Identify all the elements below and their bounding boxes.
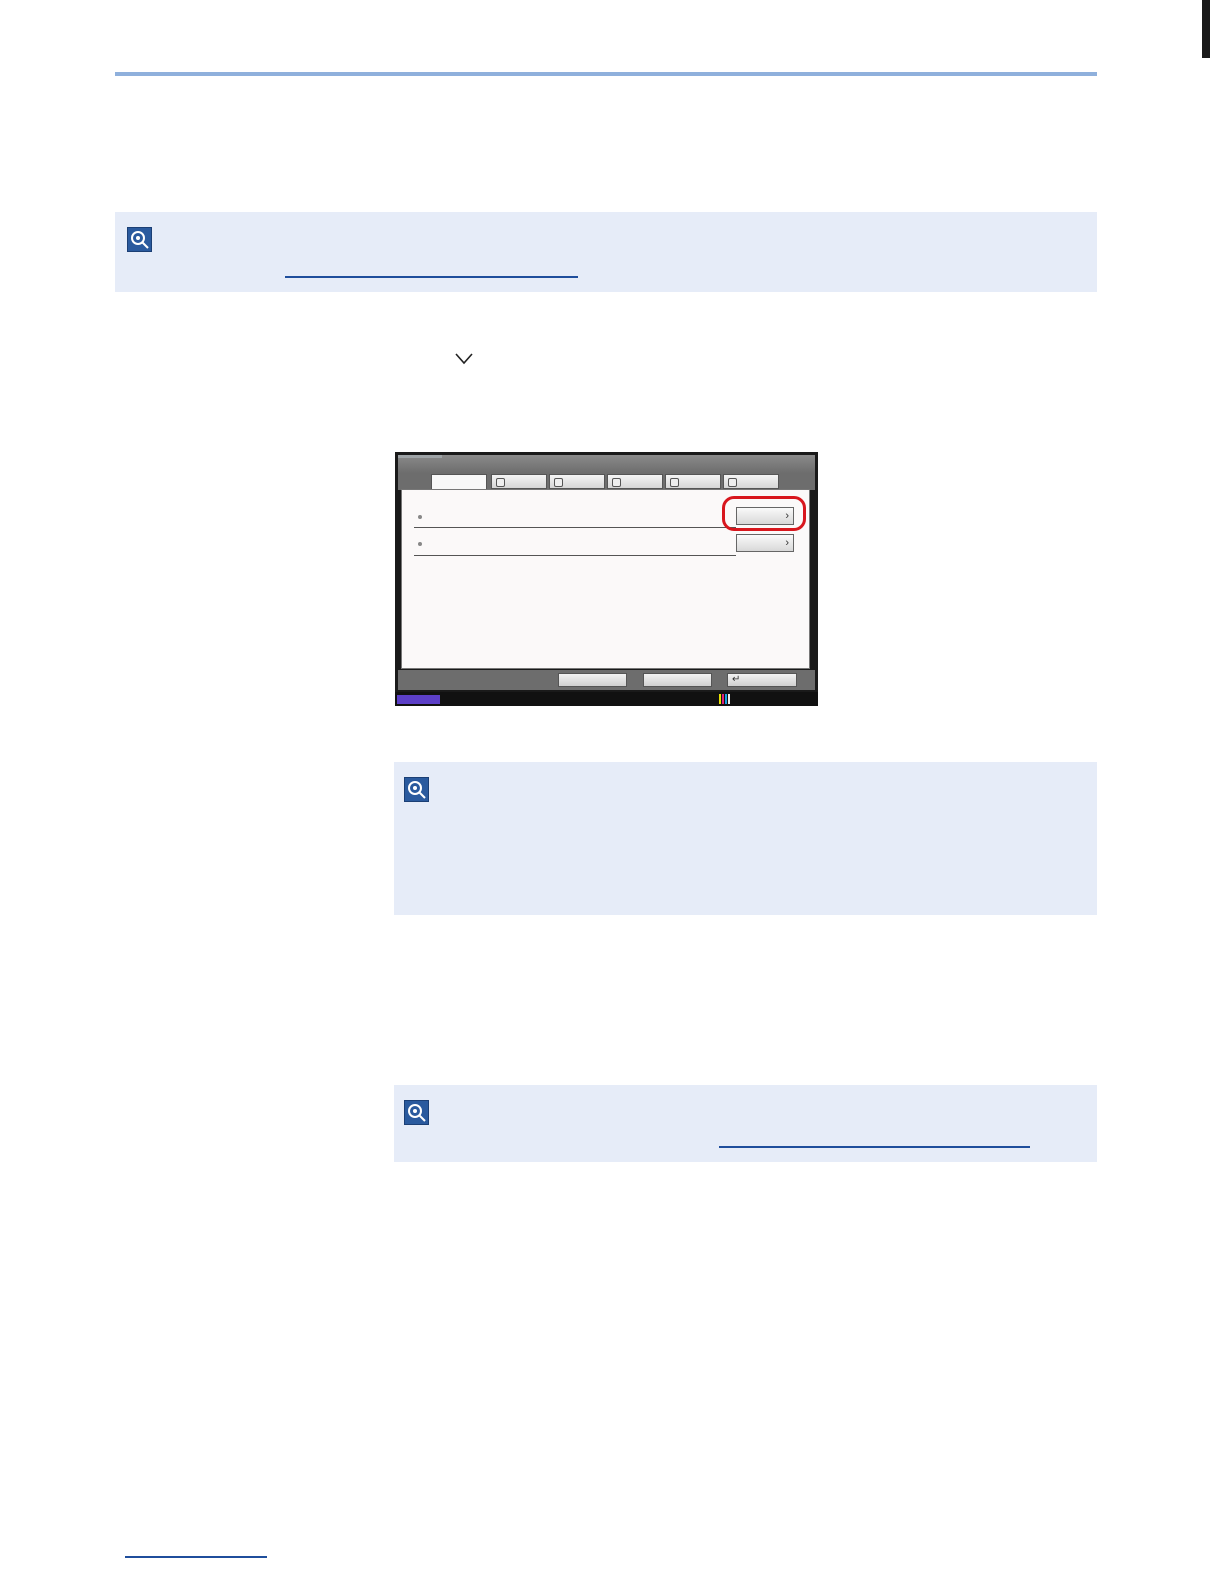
note-link-underline[interactable] xyxy=(285,276,578,278)
tab-5[interactable] xyxy=(665,474,721,489)
note-lightbulb-icon xyxy=(127,227,152,252)
note-link-underline[interactable] xyxy=(719,1146,1030,1148)
device-panel-screenshot: › › ↵ xyxy=(395,452,818,706)
row-divider xyxy=(414,527,736,528)
tab-icon xyxy=(496,478,505,487)
tab-icon xyxy=(670,478,679,487)
panel-status-bar xyxy=(395,692,818,706)
panel-footer: ↵ xyxy=(398,670,815,690)
note-box-2 xyxy=(394,762,1097,915)
row-bullet xyxy=(418,542,422,546)
panel-tab-strip xyxy=(398,473,815,491)
note-lightbulb-icon xyxy=(404,1100,429,1125)
row-bullet xyxy=(418,515,422,519)
tab-4[interactable] xyxy=(607,474,663,489)
row-divider xyxy=(414,555,736,556)
toner-meter-icon xyxy=(719,694,735,704)
status-indicator xyxy=(397,695,440,704)
tab-icon xyxy=(728,478,737,487)
tab-icon xyxy=(554,478,563,487)
page-edge-tab xyxy=(1202,0,1210,58)
note-box-3 xyxy=(394,1085,1097,1162)
tab-3[interactable] xyxy=(549,474,605,489)
chevron-down-icon xyxy=(455,353,473,365)
footer-button-1[interactable] xyxy=(558,673,627,687)
highlight-circle xyxy=(722,496,806,531)
footer-button-2[interactable] xyxy=(643,673,712,687)
header-rule xyxy=(115,72,1097,76)
tab-2[interactable] xyxy=(491,474,547,489)
note-lightbulb-icon xyxy=(404,777,429,802)
panel-title-bar xyxy=(398,455,815,473)
row2-button[interactable]: › xyxy=(736,534,794,552)
footer-enter-button[interactable]: ↵ xyxy=(727,673,797,687)
note-box-1 xyxy=(115,212,1097,292)
tab-6[interactable] xyxy=(723,474,779,489)
footer-link-underline[interactable] xyxy=(125,1556,267,1558)
tab-icon xyxy=(612,478,621,487)
